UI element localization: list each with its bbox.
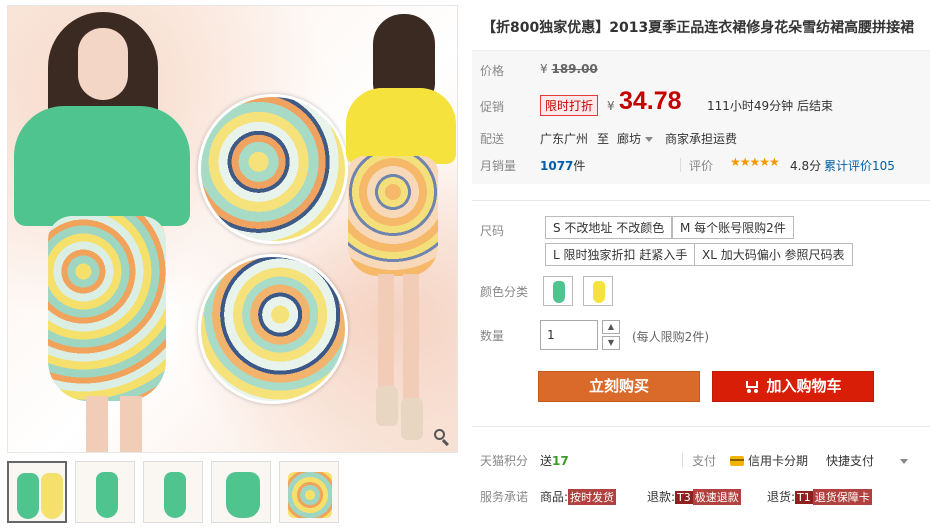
thumbnail-figure (288, 472, 332, 518)
size-label: 尺码 (480, 224, 505, 238)
color-swatch (593, 281, 605, 303)
section-divider (472, 200, 930, 201)
original-price-value: 189.00 (551, 62, 598, 76)
promo-label: 促销 (480, 100, 505, 114)
rating-label: 评价 (689, 159, 714, 173)
add-to-cart-label: 加入购物车 (766, 377, 842, 395)
model-back-shoe (401, 398, 423, 440)
shipping-fee: 商家承担运费 (665, 132, 738, 146)
model-back-top (346, 88, 456, 164)
payment-label: 支付 (692, 454, 717, 468)
quantity-limit-note: (每人限购2件) (632, 330, 709, 344)
sales-unit: 件 (573, 159, 586, 173)
fabric-detail-circle-top (198, 94, 348, 244)
credit-installment[interactable]: 信用卡分期 (730, 452, 808, 469)
product-gallery (7, 5, 458, 523)
points-label: 天猫积分 (480, 454, 529, 468)
product-title: 【折800独家优惠】2013夏季正品连衣裙修身花朵雪纺裙高腰拼接裙 (482, 20, 915, 36)
quantity-label: 数量 (480, 329, 505, 343)
sales-count: 1077 (540, 159, 574, 173)
color-label: 颜色分类 (480, 285, 529, 299)
rating-score: 4.8分 (790, 159, 822, 173)
shipping-destination-select[interactable]: 廊坊 (617, 130, 654, 147)
credit-card-icon (730, 456, 744, 466)
main-product-photo[interactable] (7, 5, 458, 453)
model-front-leg (120, 396, 142, 452)
thumbnail-figure (226, 472, 260, 518)
credit-installment-label: 信用卡分期 (748, 454, 809, 468)
service-refund-label: 退款: (647, 490, 676, 504)
promo-tag-badge: 限时打折 (540, 95, 599, 116)
buy-now-button[interactable]: 立刻购买 (538, 371, 700, 402)
quantity-increase-button[interactable]: ▲ (602, 320, 620, 334)
quantity-input[interactable] (540, 320, 598, 350)
shipping-destination: 廊坊 (617, 132, 642, 146)
monthly-sales: 1077件 (540, 157, 585, 174)
model-front-leg (86, 396, 108, 452)
shipping-from: 广东广州 (540, 132, 589, 146)
cart-icon (744, 380, 760, 393)
service-goods-label: 商品: (540, 490, 569, 504)
star-icons: ★★★★★ (730, 155, 780, 169)
model-front-top (14, 106, 190, 226)
rating-stars: ★★★★★ (730, 155, 780, 169)
thumbnail-figure (164, 472, 186, 518)
chevron-down-icon (900, 459, 909, 464)
size-option-xl[interactable]: XL 加大码偏小 参照尺码表 (694, 243, 853, 266)
reviews-link[interactable]: 累计评价105 (824, 157, 895, 174)
fabric-detail-circle-bottom (198, 254, 348, 404)
service-label: 服务承诺 (480, 490, 529, 504)
thumbnail-3[interactable] (143, 461, 203, 523)
promo-price: 34.78 (619, 87, 682, 115)
refund-code-badge: T3 (675, 491, 693, 504)
add-to-cart-button[interactable]: 加入购物车 (712, 371, 874, 402)
shipping-label: 配送 (480, 132, 505, 146)
original-price: ¥ 189.00 (540, 62, 598, 76)
service-return-label: 退货: (767, 490, 796, 504)
thumbnail-figure (96, 472, 118, 518)
thumbnail-figure (41, 473, 63, 519)
magnifier-icon[interactable] (433, 428, 451, 447)
size-option-l[interactable]: L 限时独家折扣 赶紧入手 (545, 243, 696, 266)
section-divider (472, 426, 930, 427)
price-box: 价格 ¥ 189.00 促销 限时打折 ¥ 34.78 111小时49分钟 后结… (472, 50, 930, 184)
color-option-green[interactable] (543, 276, 573, 306)
thumbnail-4[interactable] (211, 461, 271, 523)
model-back-shoe (376, 386, 398, 426)
fast-refund-badge: 极速退款 (692, 489, 741, 505)
price-label: 价格 (480, 64, 505, 78)
promo-countdown: 111小时49分钟 后结束 (707, 99, 833, 113)
points-prefix: 送 (540, 454, 553, 468)
return-code-badge: T1 (795, 491, 813, 504)
quick-pay-label: 快捷支付 (826, 454, 875, 468)
size-option-m[interactable]: M 每个账号限购2件 (672, 216, 794, 239)
return-guarantee-badge: 退货保障卡 (812, 489, 872, 505)
chevron-down-icon (645, 137, 654, 142)
shipping-to-word: 至 (597, 132, 610, 146)
thumbnail-5[interactable] (279, 461, 339, 523)
original-price-currency: ¥ (540, 62, 548, 76)
thumbnail-1[interactable] (7, 461, 67, 523)
service-refund: 退款: T3 极速退款 (647, 488, 741, 505)
color-option-yellow[interactable] (583, 276, 613, 306)
points-number: 17 (552, 454, 569, 468)
thumbnail-strip (7, 461, 339, 523)
service-return: 退货: T1 退货保障卡 (767, 488, 872, 505)
model-front-face (78, 28, 128, 100)
service-goods: 商品: 按时发货 (540, 488, 617, 505)
model-back-skirt (348, 156, 438, 276)
thumbnail-2[interactable] (75, 461, 135, 523)
size-option-s[interactable]: S 不改地址 不改颜色 (545, 216, 673, 239)
divider (680, 158, 681, 172)
model-front-skirt (48, 216, 166, 401)
on-time-shipping-badge: 按时发货 (568, 489, 617, 505)
quantity-decrease-button[interactable]: ▼ (602, 336, 620, 350)
divider (682, 453, 683, 467)
color-swatch (553, 281, 565, 303)
promo-currency: ¥ (607, 99, 615, 113)
thumbnail-figure (17, 473, 39, 519)
quick-pay-select[interactable]: 快捷支付 (826, 452, 909, 469)
sales-label: 月销量 (480, 159, 517, 173)
points-value: 送17 (540, 452, 569, 469)
